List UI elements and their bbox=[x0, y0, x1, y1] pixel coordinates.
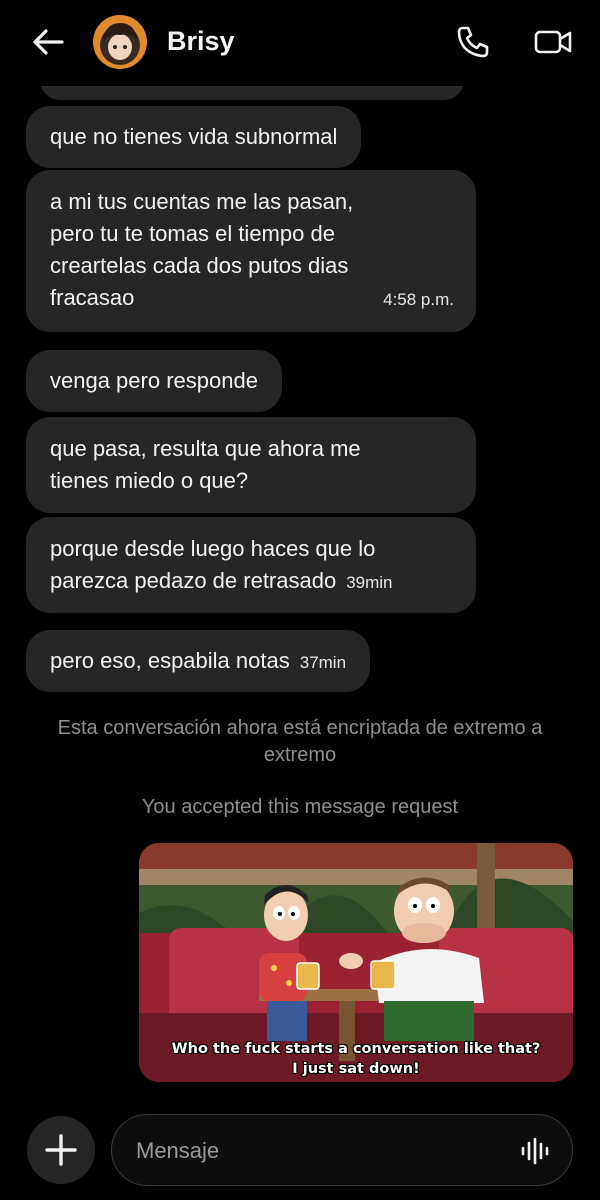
video-subtitle-line: I just sat down! bbox=[292, 1061, 420, 1077]
voice-wave-icon bbox=[521, 1137, 549, 1165]
video-subtitle-line: Who the fuck starts a conversation like … bbox=[171, 1041, 541, 1057]
message-line: parezca pedazo de retrasado bbox=[50, 568, 337, 593]
phone-icon bbox=[457, 26, 489, 58]
video-call-button[interactable] bbox=[533, 24, 573, 60]
back-button[interactable] bbox=[30, 26, 66, 58]
message-line: pero tu te tomas el tiempo de bbox=[50, 221, 335, 246]
voice-message-button[interactable] bbox=[520, 1137, 550, 1165]
message-input[interactable] bbox=[136, 1133, 496, 1169]
message-bubble[interactable]: porque desde luego haces que lo parezca … bbox=[26, 517, 476, 613]
message-line: a mi tus cuentas me las pasan, bbox=[50, 189, 354, 214]
message-timestamp: 37min bbox=[299, 653, 347, 672]
message-bubble[interactable]: a mi tus cuentas me las pasan, pero tu t… bbox=[26, 170, 476, 332]
plus-icon bbox=[45, 1134, 77, 1166]
contact-name[interactable]: Brisy bbox=[167, 26, 235, 57]
voice-call-button[interactable] bbox=[455, 24, 491, 60]
arrow-left-icon bbox=[33, 29, 64, 55]
message-timestamp: 4:58 p.m. bbox=[383, 290, 454, 309]
request-accepted-notice: You accepted this message request bbox=[141, 796, 459, 818]
message-line: creartelas cada dos putos dias bbox=[50, 253, 349, 278]
message-text: que no tienes vida subnormal bbox=[50, 124, 338, 149]
image-message[interactable]: Who the fuck starts a conversation like … bbox=[139, 843, 573, 1082]
message-bubble[interactable]: pero eso, espabila notas 37min bbox=[26, 630, 371, 692]
add-attachment-button[interactable] bbox=[27, 1116, 95, 1184]
avatar[interactable] bbox=[93, 15, 147, 69]
chat-header: Brisy bbox=[0, 0, 600, 86]
video-camera-icon bbox=[534, 30, 572, 54]
message-line: tienes miedo o que? bbox=[50, 468, 249, 493]
message-line: porque desde luego haces que lo bbox=[50, 536, 376, 561]
message-bubble[interactable]: que pasa, resulta que ahora me tienes mi… bbox=[26, 417, 476, 513]
message-bubble[interactable]: venga pero responde bbox=[26, 350, 282, 412]
message-text: pero eso, espabila notas bbox=[50, 648, 290, 673]
message-text: venga pero responde bbox=[50, 368, 258, 393]
message-bubble[interactable]: que no tienes vida subnormal bbox=[26, 106, 362, 168]
encryption-notice: Esta conversación ahora está encriptada … bbox=[57, 717, 543, 766]
message-line: que pasa, resulta que ahora me bbox=[50, 436, 361, 461]
message-timestamp: 39min bbox=[346, 573, 393, 592]
message-composer bbox=[111, 1114, 573, 1186]
